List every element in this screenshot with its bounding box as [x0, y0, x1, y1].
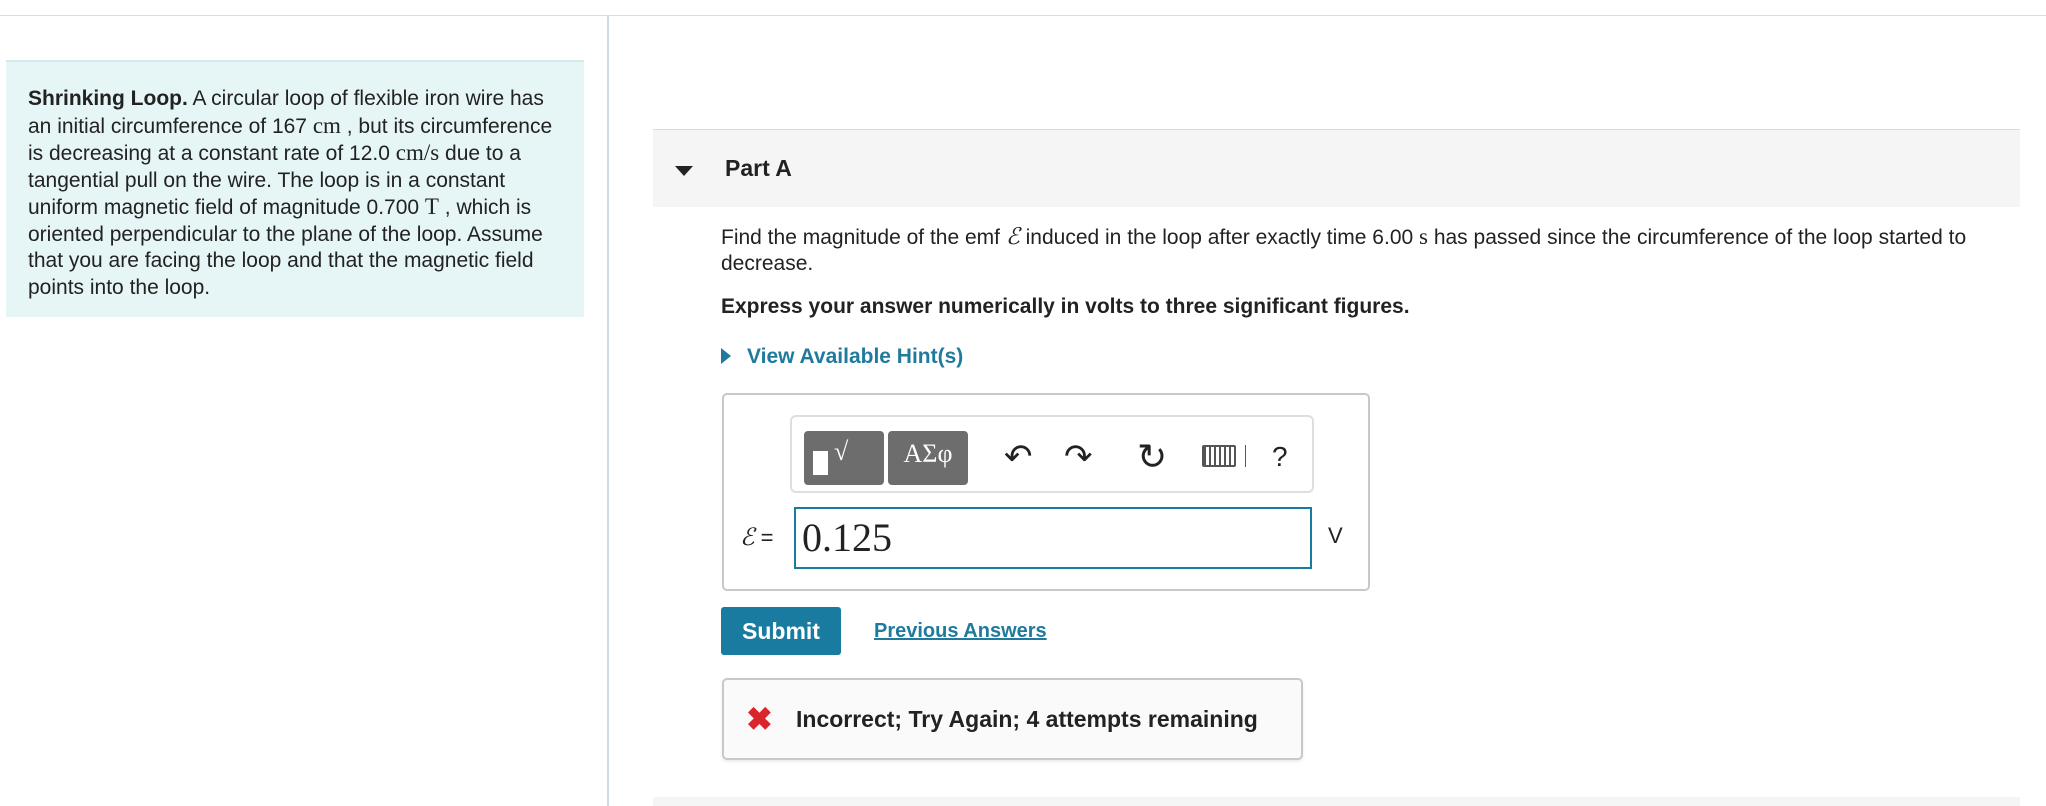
next-part-header	[653, 797, 2020, 806]
radical-icon: √	[834, 437, 849, 466]
math-toolbar: √ ΑΣφ ↶ ↷ ↻ ?	[790, 415, 1314, 493]
unit-tesla: T	[424, 194, 439, 219]
keyboard-icon[interactable]	[1202, 445, 1236, 467]
collapse-caret-icon[interactable]	[675, 166, 693, 176]
problem-statement: Shrinking Loop. A circular loop of flexi…	[6, 60, 584, 317]
emf-symbol: ℰ	[1005, 224, 1020, 249]
unit-rate: cm/s	[395, 140, 440, 165]
hint-link-label: View Available Hint(s)	[747, 345, 964, 368]
answer-equals: =	[754, 525, 774, 550]
feedback-message: Incorrect; Try Again; 4 attempts remaini…	[796, 706, 1258, 732]
unit-cm: cm	[312, 112, 341, 138]
question-text-1: Find the magnitude of the emf	[721, 226, 1006, 249]
reset-icon[interactable]: ↻	[1137, 437, 1167, 477]
answer-instruction: Express your answer numerically in volts…	[721, 295, 1410, 318]
template-box-icon	[813, 451, 828, 475]
part-a-header[interactable]: Part A	[653, 129, 2020, 207]
answer-box: √ ΑΣφ ↶ ↷ ↻ ? ℰ = 0.125 V	[722, 393, 1370, 591]
templates-button[interactable]: √	[804, 431, 884, 485]
answer-symbol: ℰ	[740, 525, 755, 551]
help-icon[interactable]: ?	[1272, 437, 1288, 477]
view-hints-link[interactable]: View Available Hint(s)	[721, 345, 963, 369]
feedback-panel: ✖ Incorrect; Try Again; 4 attempts remai…	[722, 678, 1303, 760]
answer-label: ℰ =	[740, 523, 774, 552]
question-text: Find the magnitude of the emf ℰ induced …	[721, 224, 2021, 277]
answer-input[interactable]: 0.125	[794, 507, 1312, 569]
unit-seconds: s	[1419, 224, 1428, 249]
previous-answers-link[interactable]: Previous Answers	[874, 620, 1047, 643]
undo-icon[interactable]: ↶	[1004, 437, 1033, 477]
symbols-button[interactable]: ΑΣφ	[888, 431, 968, 485]
toolbar-separator	[1245, 445, 1246, 467]
part-title: Part A	[725, 155, 792, 181]
expand-caret-icon	[721, 348, 731, 364]
column-divider	[607, 15, 609, 806]
question-text-2: induced in the loop after exactly time 6…	[1019, 226, 1420, 249]
redo-icon[interactable]: ↷	[1064, 437, 1093, 477]
answer-unit: V	[1328, 523, 1343, 548]
incorrect-x-icon: ✖	[746, 701, 773, 737]
submit-button[interactable]: Submit	[721, 607, 841, 655]
problem-title: Shrinking Loop.	[28, 87, 188, 110]
top-border	[0, 15, 2046, 16]
